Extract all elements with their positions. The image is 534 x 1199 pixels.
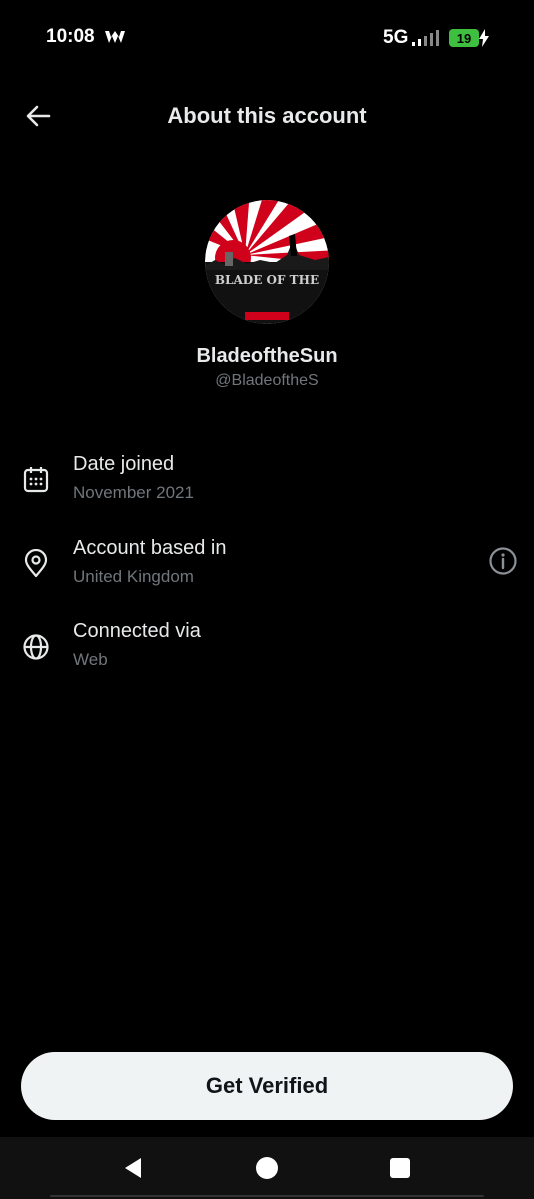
handle: @BladeoftheS bbox=[215, 372, 319, 389]
avatar: BLADE OF THE bbox=[205, 200, 329, 324]
nav-back-button[interactable] bbox=[118, 1153, 148, 1183]
home-indicator bbox=[50, 1195, 484, 1197]
battery-level: 19 bbox=[456, 30, 472, 46]
circle-home-icon bbox=[256, 1157, 278, 1179]
info-label: Connected via bbox=[73, 620, 201, 642]
info-row-connected-via: Connected via Web bbox=[0, 620, 534, 680]
globe-icon bbox=[23, 634, 49, 660]
nav-recents-button[interactable] bbox=[385, 1153, 415, 1183]
calendar-icon bbox=[23, 467, 49, 493]
info-icon[interactable] bbox=[487, 545, 519, 577]
square-recents-icon bbox=[390, 1158, 410, 1178]
info-label: Account based in bbox=[73, 537, 227, 559]
network-type: 5G bbox=[383, 27, 409, 48]
display-name: BladeoftheSun bbox=[196, 345, 338, 367]
charging-bolt-icon bbox=[479, 29, 489, 47]
app-notification-icon bbox=[105, 31, 125, 43]
page-title: About this account bbox=[167, 103, 367, 128]
get-verified-button[interactable]: Get Verified bbox=[21, 1052, 513, 1120]
info-value: United Kingdom bbox=[73, 567, 194, 586]
system-nav-bar bbox=[0, 1137, 534, 1199]
about-account-screen: 10:08 5G 19 About this account BLADE OF … bbox=[0, 0, 534, 1199]
signal-strength-icon bbox=[412, 30, 439, 46]
triangle-back-icon bbox=[125, 1158, 141, 1178]
status-bar: 10:08 5G 19 bbox=[0, 0, 534, 76]
info-value: November 2021 bbox=[73, 483, 194, 502]
status-time: 10:08 bbox=[46, 26, 95, 47]
info-row-account-based-in: Account based in United Kingdom bbox=[0, 537, 534, 597]
info-row-date-joined: Date joined November 2021 bbox=[0, 453, 534, 513]
info-label: Date joined bbox=[73, 453, 175, 475]
nav-home-button[interactable] bbox=[252, 1153, 282, 1183]
info-value: Web bbox=[73, 650, 108, 669]
location-pin-icon bbox=[24, 549, 48, 578]
avatar-text: BLADE OF THE bbox=[215, 273, 319, 287]
battery-icon: 19 bbox=[449, 29, 479, 47]
